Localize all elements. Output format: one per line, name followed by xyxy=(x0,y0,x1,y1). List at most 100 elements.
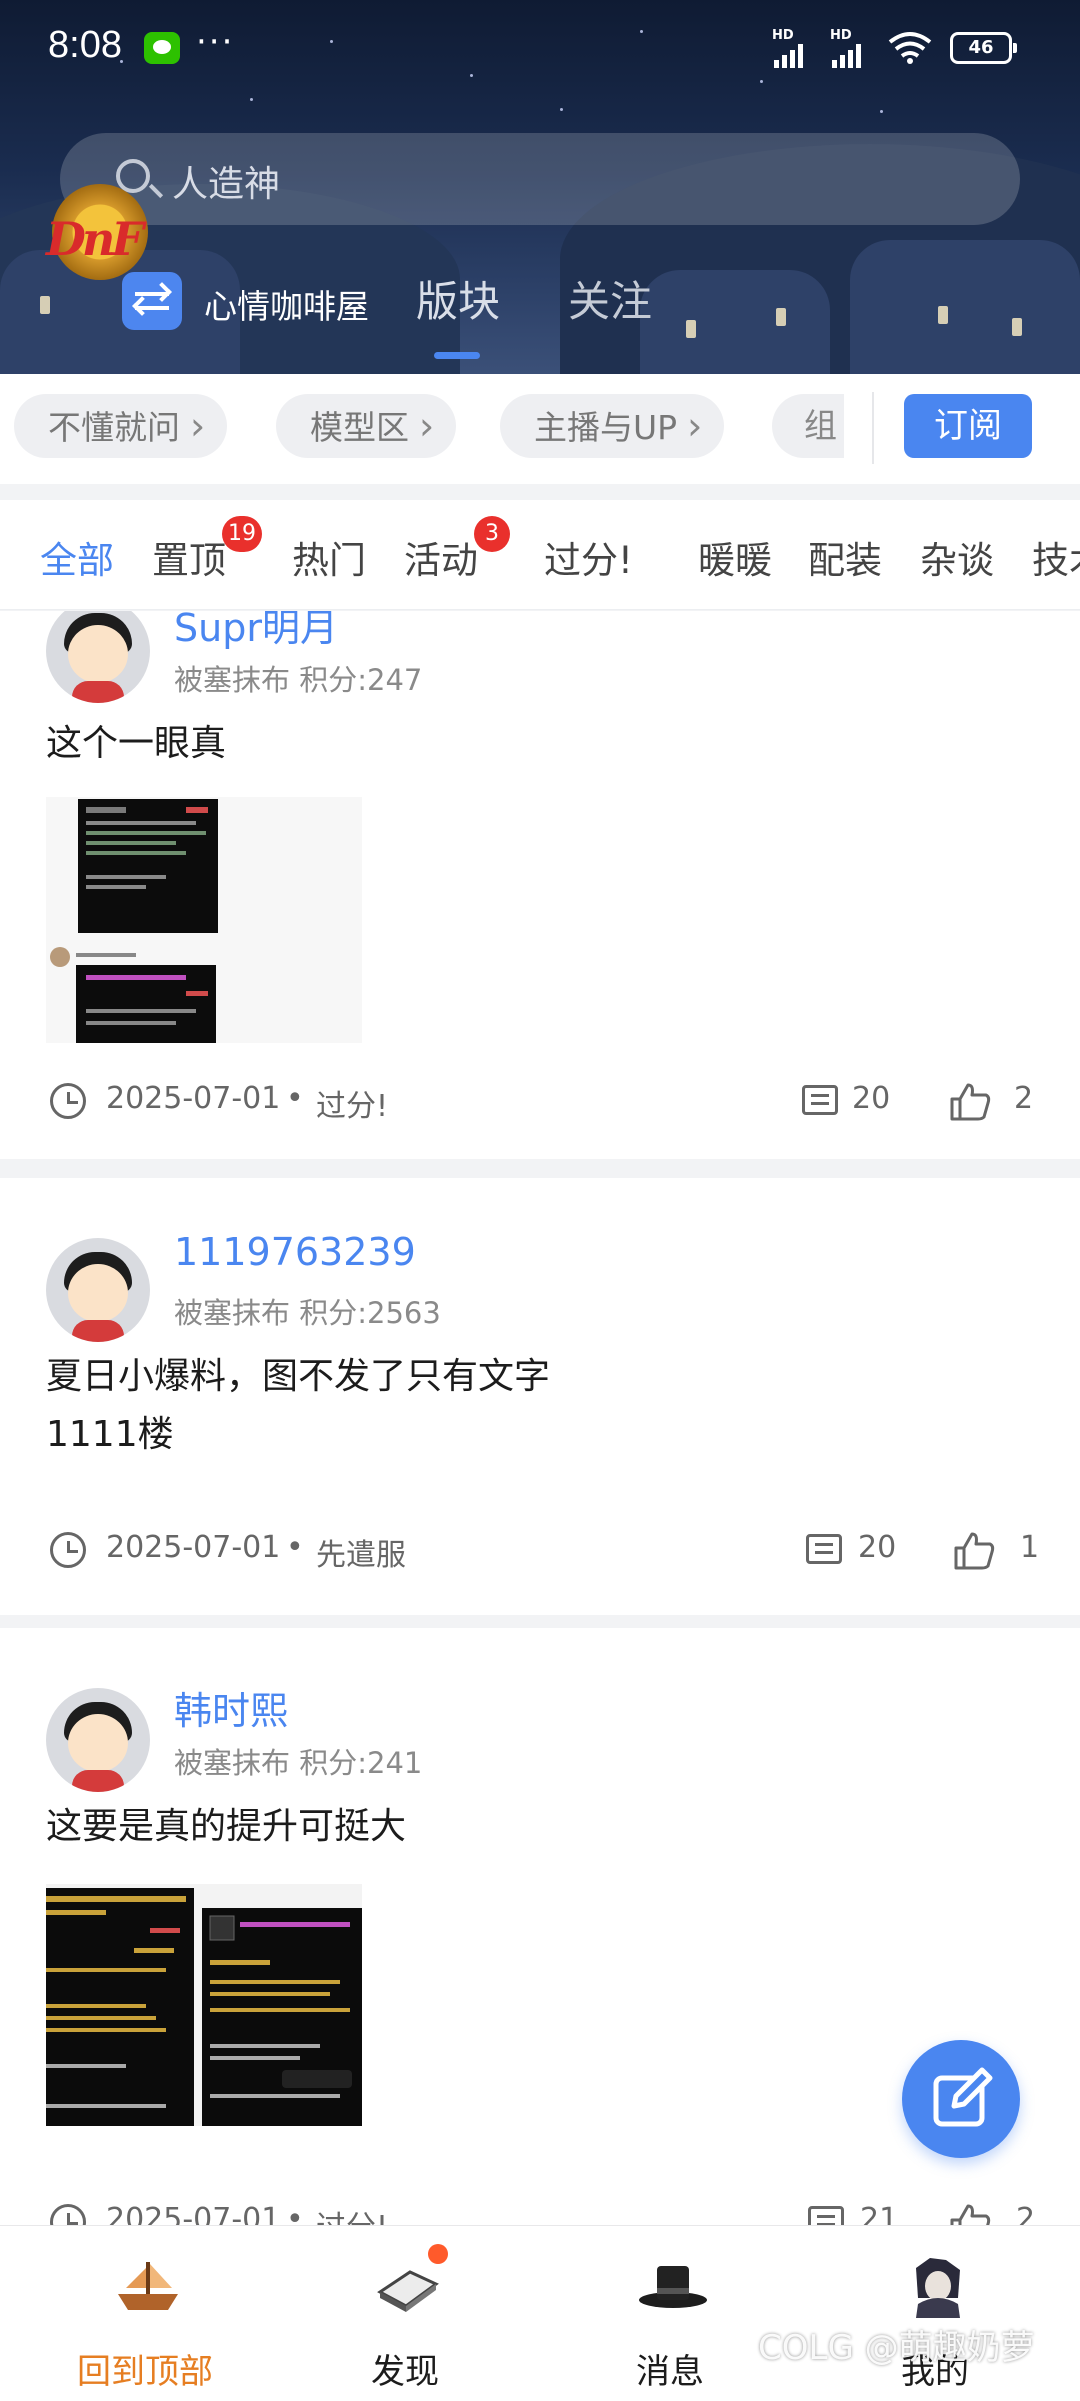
search-input[interactable]: 人造神 xyxy=(60,133,1020,225)
window-light xyxy=(776,308,786,326)
chip-group[interactable]: 组 xyxy=(772,394,844,458)
hd-label: HD xyxy=(772,28,794,43)
comment-icon[interactable] xyxy=(802,1085,838,1115)
avatar[interactable] xyxy=(46,611,150,703)
nav-label-back-to-top: 回到顶部 xyxy=(77,2352,213,2392)
post-image[interactable] xyxy=(46,1884,362,2126)
filter-tab-warm[interactable]: 暖暖 xyxy=(698,530,772,584)
board-name[interactable]: 心情咖啡屋 xyxy=(204,280,369,328)
post-tag[interactable]: 过分! xyxy=(316,2202,388,2225)
nav-discover[interactable]: 发现 xyxy=(270,2226,540,2401)
filter-tabs: 全部 置顶 19 热门 活动 3 过分! 暖暖 配装 杂谈 技术 xyxy=(0,500,1080,610)
more-notifications-icon: ··· xyxy=(196,22,235,62)
window-light xyxy=(938,306,948,324)
star-decoration xyxy=(560,108,563,111)
comment-count: 20 xyxy=(852,1081,891,1116)
window-light xyxy=(40,296,50,314)
star-decoration xyxy=(880,110,883,113)
status-bar: 8:08 ··· HD HD 46 xyxy=(0,0,1080,96)
post-tag[interactable]: 先遣服 xyxy=(316,1530,406,1574)
author-meta: 被塞抹布 积分:247 xyxy=(174,663,423,697)
watermark: COLG @萌趣奶萝 xyxy=(758,2328,1035,2368)
post-feed[interactable]: Supr明月 被塞抹布 积分:247 这个一眼真 2025-07-01 • 过分… xyxy=(0,611,1080,2225)
hat-icon xyxy=(639,2266,707,2308)
post-title[interactable]: 夏日小爆料，图不发了只有文字 xyxy=(46,1348,550,1406)
comment-count: 21 xyxy=(860,2202,899,2225)
post-title[interactable]: 这个一眼真 xyxy=(46,715,226,773)
clock-icon xyxy=(50,1083,86,1119)
filter-tab-all[interactable]: 全部 xyxy=(40,530,114,584)
battery-icon: 46 xyxy=(950,32,1017,64)
chip-ask[interactable]: 不懂就问 xyxy=(14,394,228,458)
nav-back-to-top[interactable]: 回到顶部 xyxy=(10,2226,280,2401)
post-image[interactable] xyxy=(46,797,362,1043)
house-decoration xyxy=(850,240,1080,374)
dnf-logo: DnF xyxy=(30,184,160,284)
signal-icon xyxy=(832,44,861,68)
nav-messages[interactable]: 消息 xyxy=(535,2226,805,2401)
nav-profile[interactable]: 我的 xyxy=(800,2226,1070,2401)
like-icon[interactable] xyxy=(952,1530,996,1570)
boat-icon xyxy=(118,2262,178,2310)
filter-tab-events[interactable]: 活动 xyxy=(404,530,478,584)
filter-tab-hot[interactable]: 热门 xyxy=(292,530,366,584)
filter-tab-tech[interactable]: 技术 xyxy=(1032,530,1080,584)
signal-icon xyxy=(774,44,803,68)
like-icon[interactable] xyxy=(948,1081,992,1121)
chip-streamer[interactable]: 主播与UP xyxy=(500,394,725,458)
tab-follow[interactable]: 关注 xyxy=(568,268,652,329)
compose-button[interactable] xyxy=(902,2040,1020,2158)
header-banner: 8:08 ··· HD HD 46 人造神 DnF 心情咖啡屋 版块 关注 xyxy=(0,0,1080,374)
comment-icon[interactable] xyxy=(808,2206,844,2225)
avatar[interactable] xyxy=(46,1688,150,1792)
author-name[interactable]: 韩时熙 xyxy=(174,1680,288,1735)
post-footer: 2025-07-01 • 过分! 21 2 xyxy=(46,2198,1036,2225)
post-footer: 2025-07-01 • 先遣服 20 1 xyxy=(46,1526,1040,1576)
window-light xyxy=(1012,318,1022,336)
post-date: 2025-07-01 xyxy=(106,1081,281,1116)
bottom-navigation: 回到顶部 发现 消息 我的 xyxy=(0,2225,1080,2401)
author-name[interactable]: 1119763239 xyxy=(174,1230,416,1274)
post-title-line2[interactable]: 1111楼 xyxy=(46,1406,174,1464)
clock-icon xyxy=(50,2204,86,2225)
separator-dot: • xyxy=(286,2202,304,2225)
pinned-count-badge: 19 xyxy=(222,516,262,552)
filter-tab-builds[interactable]: 配装 xyxy=(808,530,882,584)
comment-icon[interactable] xyxy=(806,1534,842,1564)
filter-tab-chat[interactable]: 杂谈 xyxy=(920,530,994,584)
notification-dot xyxy=(428,2244,448,2264)
author-meta: 被塞抹布 积分:241 xyxy=(174,1746,423,1780)
post-footer: 2025-07-01 • 过分! 20 2 xyxy=(46,1077,1036,1127)
subscribe-button[interactable]: 订阅 xyxy=(904,394,1032,458)
post-date: 2025-07-01 xyxy=(106,2202,281,2225)
clock-icon xyxy=(50,1532,86,1568)
window-light xyxy=(686,320,696,338)
post-card[interactable]: 1119763239 被塞抹布 积分:2563 夏日小爆料，图不发了只有文字 1… xyxy=(0,1178,1080,1615)
post-tag[interactable]: 过分! xyxy=(316,1081,388,1125)
filter-tab-excessive[interactable]: 过分! xyxy=(544,530,633,584)
avatar[interactable] xyxy=(46,1238,150,1342)
filter-tab-pinned[interactable]: 置顶 xyxy=(152,530,226,584)
search-placeholder: 人造神 xyxy=(172,164,281,205)
hd-label: HD xyxy=(830,28,852,43)
separator-dot: • xyxy=(286,1081,304,1116)
edit-icon xyxy=(933,2067,993,2127)
nav-label-discover: 发现 xyxy=(371,2352,439,2392)
like-count: 1 xyxy=(1020,1530,1040,1565)
wechat-icon xyxy=(144,32,180,64)
like-count: 2 xyxy=(1014,1081,1034,1116)
post-date: 2025-07-01 xyxy=(106,1530,281,1565)
switch-board-icon[interactable] xyxy=(122,272,182,330)
post-title[interactable]: 这要是真的提升可挺大 xyxy=(46,1798,406,1856)
like-icon[interactable] xyxy=(948,2202,992,2225)
chip-model[interactable]: 模型区 xyxy=(276,394,457,458)
wifi-icon xyxy=(888,32,932,64)
post-card[interactable]: Supr明月 被塞抹布 积分:247 这个一眼真 2025-07-01 • 过分… xyxy=(0,611,1080,1159)
logo-text: DnF xyxy=(46,212,144,266)
author-name[interactable]: Supr明月 xyxy=(174,611,338,652)
like-count: 2 xyxy=(1016,2202,1036,2225)
author-meta: 被塞抹布 积分:2563 xyxy=(174,1296,441,1330)
tab-board[interactable]: 版块 xyxy=(416,268,500,329)
events-count-badge: 3 xyxy=(474,516,510,552)
character-avatar-icon xyxy=(916,2258,960,2318)
